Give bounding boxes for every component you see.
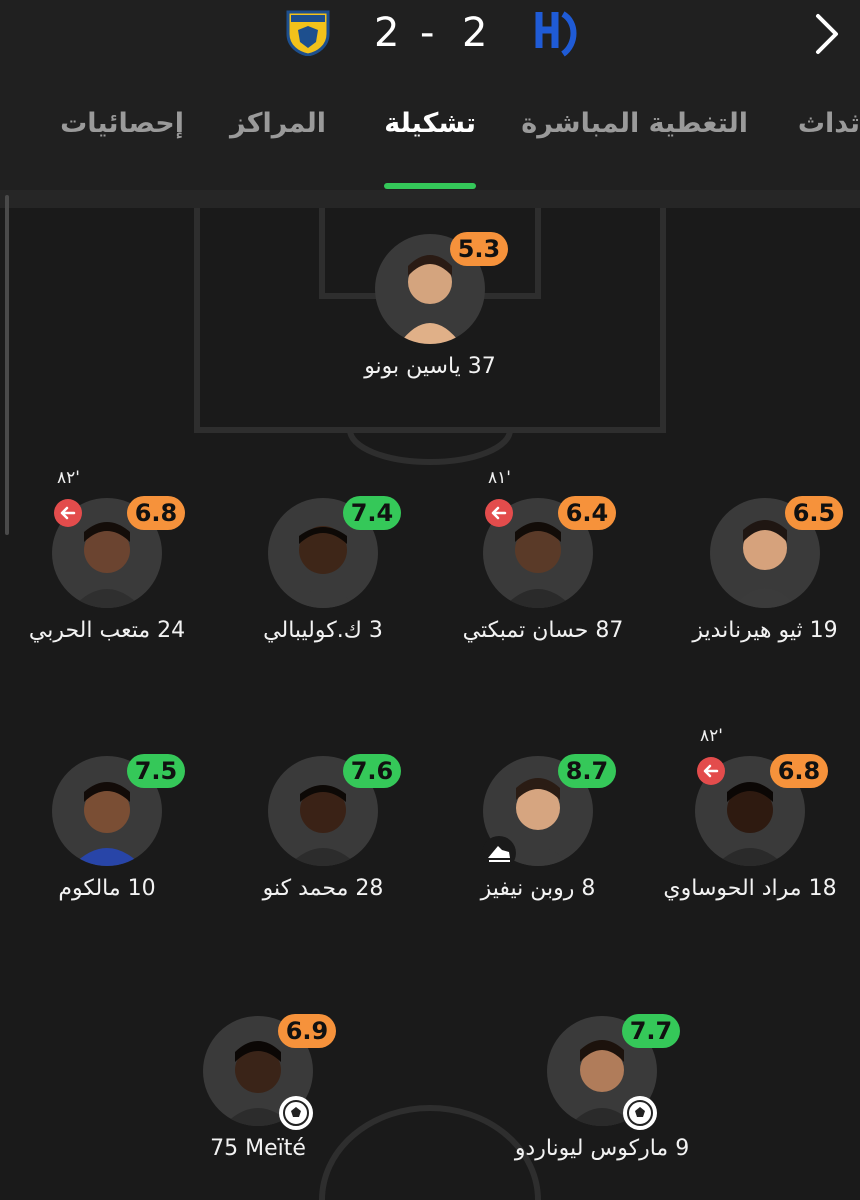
tab-standings[interactable]: المراكز bbox=[230, 108, 326, 139]
player-card-forward-2[interactable]: 6.9 75 Meïté bbox=[108, 1014, 408, 1176]
player-rating: 6.5 bbox=[785, 496, 843, 530]
tab-live-coverage[interactable]: التغطية المباشرة bbox=[521, 108, 748, 139]
boot-icon bbox=[482, 836, 516, 870]
substituted-out-icon bbox=[54, 499, 82, 527]
player-card-goalkeeper[interactable]: 5.3 37 ياسين بونو bbox=[280, 232, 580, 394]
player-rating: 7.6 bbox=[343, 754, 401, 788]
player-rating: 6.8 bbox=[127, 496, 185, 530]
tab-lineup[interactable]: تشكيلة bbox=[384, 108, 476, 139]
tab-stats[interactable]: إحصائيات bbox=[60, 108, 184, 139]
al-hilal-crest-icon bbox=[535, 11, 577, 57]
player-rating: 8.7 bbox=[558, 754, 616, 788]
score-separator: - bbox=[420, 10, 435, 56]
tab-events[interactable]: ثداث bbox=[798, 108, 860, 139]
substitution-minute: ٨٢' bbox=[57, 468, 80, 488]
player-name: 24 متعب الحربي bbox=[28, 618, 186, 643]
player-card-forward-1[interactable]: 7.7 9 ماركوس ليوناردو bbox=[452, 1014, 752, 1176]
home-score: 2 bbox=[374, 10, 400, 56]
away-score: 2 bbox=[462, 10, 488, 56]
active-tab-indicator bbox=[384, 183, 476, 189]
player-card-defender-4[interactable]: 6.8 ٨٢' 24 متعب الحربي bbox=[0, 468, 257, 658]
player-rating: 7.5 bbox=[127, 754, 185, 788]
player-rating: 6.4 bbox=[558, 496, 616, 530]
substitution-minute: ٨٢' bbox=[700, 726, 723, 746]
ball-icon bbox=[279, 1096, 313, 1130]
player-rating: 7.4 bbox=[343, 496, 401, 530]
player-name: 75 Meïté bbox=[210, 1136, 306, 1161]
player-rating: 6.9 bbox=[278, 1014, 336, 1048]
player-rating: 6.8 bbox=[770, 754, 828, 788]
chevron-right-icon[interactable] bbox=[812, 12, 842, 56]
substitution-minute: ٨١' bbox=[488, 468, 511, 488]
ball-icon bbox=[623, 1096, 657, 1130]
player-rating: 5.3 bbox=[450, 232, 508, 266]
al-taawoun-crest-icon bbox=[286, 10, 330, 56]
match-header: 2 - 2 ثداث التغطية المباشرة تشكيلة المرا… bbox=[0, 0, 860, 190]
header-divider bbox=[0, 190, 860, 208]
player-card-midfielder-4[interactable]: 7.5 10 مالكوم bbox=[0, 754, 257, 916]
substituted-out-icon bbox=[485, 499, 513, 527]
player-name: 9 ماركوس ليوناردو bbox=[514, 1136, 690, 1161]
player-name: 10 مالكوم bbox=[58, 876, 156, 901]
player-rating: 7.7 bbox=[622, 1014, 680, 1048]
substituted-out-icon bbox=[697, 757, 725, 785]
player-name: 37 ياسين بونو bbox=[364, 354, 496, 379]
tab-bar: ثداث التغطية المباشرة تشكيلة المراكز إحص… bbox=[0, 108, 860, 160]
scrollbar[interactable] bbox=[5, 195, 9, 535]
